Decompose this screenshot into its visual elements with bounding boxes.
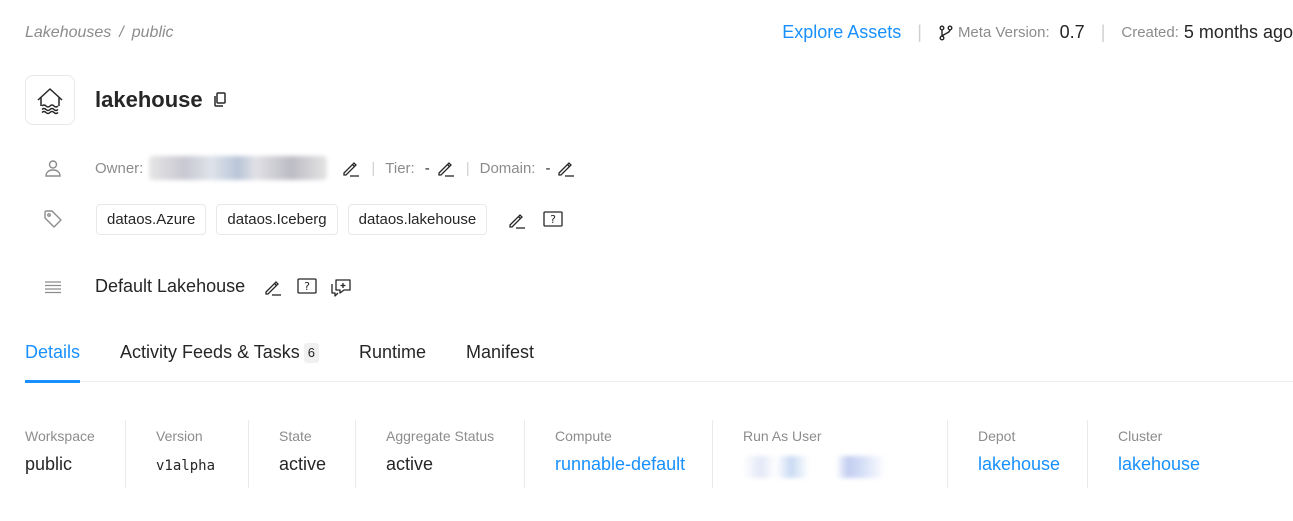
detail-value: public: [25, 454, 73, 474]
edit-description-button[interactable]: [263, 277, 283, 297]
owner-value-redacted[interactable]: [149, 156, 328, 180]
request-description-button[interactable]: ?: [297, 277, 317, 296]
detail-depot: Depot lakehouse: [947, 420, 1088, 488]
detail-label: Cluster: [1118, 428, 1163, 444]
meta-version-text: Meta Version:: [957, 24, 1050, 41]
page-title: lakehouse: [95, 87, 227, 113]
header-meta: Explore Assets | Meta Version: 0.7 | Cre…: [782, 22, 1293, 43]
created-label: Created:: [1121, 24, 1179, 41]
edit-tier-button[interactable]: [436, 158, 456, 178]
breadcrumb-lakehouses[interactable]: Lakehouses: [25, 24, 111, 42]
conversation-button[interactable]: [331, 277, 353, 297]
svg-text:?: ?: [304, 280, 310, 293]
tab-bar: Details Activity Feeds & Tasks 6 Runtime…: [25, 340, 1293, 383]
detail-run-as-user: Run As User: [712, 420, 948, 488]
description-icon: [42, 276, 64, 298]
tab-runtime[interactable]: Runtime: [359, 340, 426, 382]
detail-value: active: [386, 454, 434, 474]
detail-aggregate-status: Aggregate Status active: [355, 420, 525, 488]
entity-logo: [25, 75, 75, 125]
tag-icon: [42, 208, 64, 230]
tags-row: dataos.Azure dataos.Iceberg dataos.lakeh…: [96, 204, 563, 235]
question-box-icon: ?: [297, 277, 317, 294]
explore-assets-link[interactable]: Explore Assets: [782, 22, 901, 43]
domain-label: Domain:: [479, 159, 536, 177]
breadcrumb-separator: /: [119, 24, 124, 41]
tab-label: Runtime: [359, 342, 427, 362]
divider: |: [917, 22, 922, 42]
divider: |: [371, 159, 376, 177]
detail-value: v1alpha: [156, 458, 216, 474]
tag-item[interactable]: dataos.Iceberg: [216, 204, 338, 235]
owner-label: Owner:: [95, 159, 144, 177]
run-as-user-redacted[interactable]: [743, 456, 893, 478]
owner-row: Owner: | Tier: - | Domain: -: [95, 155, 576, 181]
detail-label: Workspace: [25, 428, 95, 444]
description-row: Default Lakehouse ?: [95, 276, 353, 297]
tab-manifest[interactable]: Manifest: [466, 340, 534, 382]
meta-version-label[interactable]: Meta Version:: [938, 24, 1050, 41]
tab-label: Activity Feeds & Tasks: [120, 342, 300, 362]
detail-workspace: Workspace public: [0, 420, 126, 488]
tag-item[interactable]: dataos.Azure: [96, 204, 207, 235]
cluster-link[interactable]: lakehouse: [1118, 454, 1287, 475]
description-text: Default Lakehouse: [95, 276, 246, 296]
detail-label: Run As User: [743, 428, 822, 444]
tag-item[interactable]: dataos.lakehouse: [347, 204, 488, 235]
detail-value: active: [279, 454, 327, 474]
detail-label: Compute: [555, 428, 612, 444]
user-icon: [42, 157, 64, 179]
add-comment-icon: [331, 278, 351, 297]
tab-details[interactable]: Details: [25, 340, 81, 383]
divider: |: [465, 159, 470, 177]
compute-link[interactable]: runnable-default: [555, 454, 713, 475]
depot-link[interactable]: lakehouse: [978, 454, 1088, 475]
divider: |: [1100, 22, 1106, 42]
detail-label: Depot: [978, 428, 1016, 444]
pencil-icon: [509, 213, 526, 229]
count-badge: 6: [303, 343, 319, 363]
copy-icon[interactable]: [213, 92, 227, 108]
detail-label: State: [279, 428, 312, 444]
detail-cluster: Cluster lakehouse: [1087, 420, 1287, 488]
domain-value: -: [545, 159, 551, 177]
created-value: 5 months ago: [1183, 22, 1293, 42]
pencil-icon: [438, 162, 454, 177]
svg-text:?: ?: [550, 213, 556, 226]
tier-label: Tier:: [385, 159, 415, 177]
meta-version-value[interactable]: 0.7: [1060, 22, 1085, 43]
tier-value: -: [424, 159, 430, 177]
detail-compute: Compute runnable-default: [524, 420, 713, 488]
edit-owner-button[interactable]: [341, 158, 361, 178]
edit-tags-button[interactable]: [507, 210, 527, 230]
detail-label: Aggregate Status: [386, 428, 495, 444]
tab-label: Details: [25, 342, 81, 362]
edit-domain-button[interactable]: [556, 158, 576, 178]
detail-label: Version: [156, 428, 203, 444]
breadcrumb: Lakehouses / public: [25, 24, 174, 42]
request-tags-button[interactable]: ?: [543, 210, 563, 229]
question-box-icon: ?: [543, 210, 563, 227]
lakehouse-icon: [37, 88, 63, 115]
branch-icon: [939, 25, 953, 40]
pencil-icon: [558, 162, 575, 177]
tab-activity-feeds[interactable]: Activity Feeds & Tasks 6: [120, 340, 319, 382]
pencil-icon: [265, 280, 282, 296]
entity-name: lakehouse: [95, 87, 203, 112]
pencil-icon: [343, 162, 360, 177]
detail-version: Version v1alpha: [125, 420, 249, 488]
detail-state: State active: [248, 420, 356, 488]
tab-label: Manifest: [466, 342, 535, 362]
breadcrumb-public[interactable]: public: [132, 24, 174, 42]
